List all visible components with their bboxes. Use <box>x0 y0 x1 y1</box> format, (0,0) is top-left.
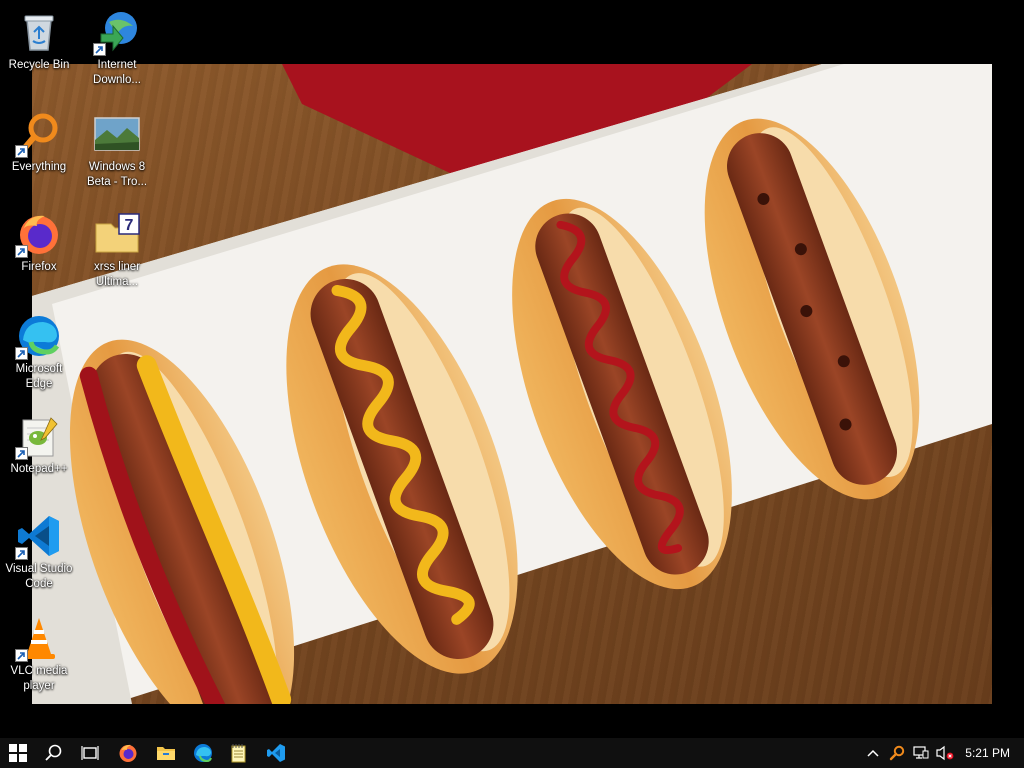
folder-icon: 7 <box>95 213 140 253</box>
desktop-icon-label: Everything <box>11 161 67 173</box>
network-icon <box>913 746 929 759</box>
desktop-icon-vlc[interactable]: VLC media player <box>0 614 78 694</box>
desktop-icon-internet-download-manager[interactable]: Internet Downlo... <box>78 8 156 88</box>
taskbar-notepad[interactable] <box>221 738 257 768</box>
desktop-icon-xrss-folder[interactable]: 7 xrss liner Ultima... <box>78 210 156 290</box>
desktop-icon-label: xrss liner Ultima... <box>93 261 140 288</box>
desktop-icon-label: Internet Downlo... <box>93 59 141 86</box>
shortcut-arrow-icon <box>93 43 106 56</box>
svg-text:7: 7 <box>125 217 134 234</box>
everything-search-icon <box>889 745 905 761</box>
recycle-bin-icon <box>24 15 54 51</box>
volume-muted-icon <box>936 745 954 761</box>
hot-dogs-wallpaper-image <box>32 64 992 704</box>
task-view-button[interactable] <box>72 738 108 768</box>
shortcut-arrow-icon <box>15 649 28 662</box>
notepad-icon <box>231 744 246 763</box>
tray-volume[interactable] <box>934 738 956 768</box>
desktop-icon-everything[interactable]: Everything <box>0 110 78 175</box>
taskbar-clock[interactable]: 5:21 PM <box>965 738 1010 768</box>
desktop-icon-label: Windows 8 Beta - Tro... <box>86 161 148 188</box>
desktop-icon-label: Notepad++ <box>10 463 68 475</box>
tray-network[interactable] <box>910 738 932 768</box>
show-hidden-icons-button[interactable] <box>862 738 884 768</box>
desktop-icon-label: Visual Studio Code <box>5 563 73 590</box>
tray-everything[interactable] <box>886 738 908 768</box>
desktop-icon-label: Recycle Bin <box>8 59 70 71</box>
file-explorer-icon <box>157 747 175 760</box>
taskbar-edge[interactable] <box>185 738 221 768</box>
edge-icon <box>194 744 212 763</box>
taskbar-firefox[interactable] <box>110 738 146 768</box>
desktop-icon-label: Microsoft Edge <box>15 363 63 390</box>
desktop-icon-notepadpp[interactable]: Notepad++ <box>0 412 78 477</box>
shortcut-arrow-icon <box>15 547 28 560</box>
shortcut-arrow-icon <box>15 447 28 460</box>
shortcut-arrow-icon <box>15 245 28 258</box>
desktop-icon-label: VLC media player <box>10 665 68 692</box>
taskbar-file-explorer[interactable] <box>148 738 184 768</box>
start-icon <box>9 744 27 762</box>
taskbar-search-button[interactable] <box>36 738 72 768</box>
image-file-icon <box>94 117 140 151</box>
taskbar: 5:21 PM <box>0 738 1024 768</box>
task-view-icon <box>81 746 99 760</box>
desktop-icon-vscode[interactable]: Visual Studio Code <box>0 512 78 592</box>
search-icon <box>45 744 62 761</box>
desktop-wallpaper <box>32 64 992 704</box>
firefox-icon <box>119 744 137 762</box>
desktop-icon-firefox[interactable]: Firefox <box>0 210 78 275</box>
desktop-icon-recycle-bin[interactable]: Recycle Bin <box>0 8 78 73</box>
shortcut-arrow-icon <box>15 145 28 158</box>
desktop-icon-microsoft-edge[interactable]: Microsoft Edge <box>0 312 78 392</box>
desktop-icon-label: Firefox <box>21 261 57 273</box>
desktop-icon-windows8-beta-image[interactable]: Windows 8 Beta - Tro... <box>78 110 156 190</box>
chevron-up-icon <box>867 749 879 757</box>
shortcut-arrow-icon <box>15 347 28 360</box>
vscode-icon <box>267 744 285 762</box>
taskbar-vscode[interactable] <box>258 738 294 768</box>
start-button[interactable] <box>0 738 36 768</box>
